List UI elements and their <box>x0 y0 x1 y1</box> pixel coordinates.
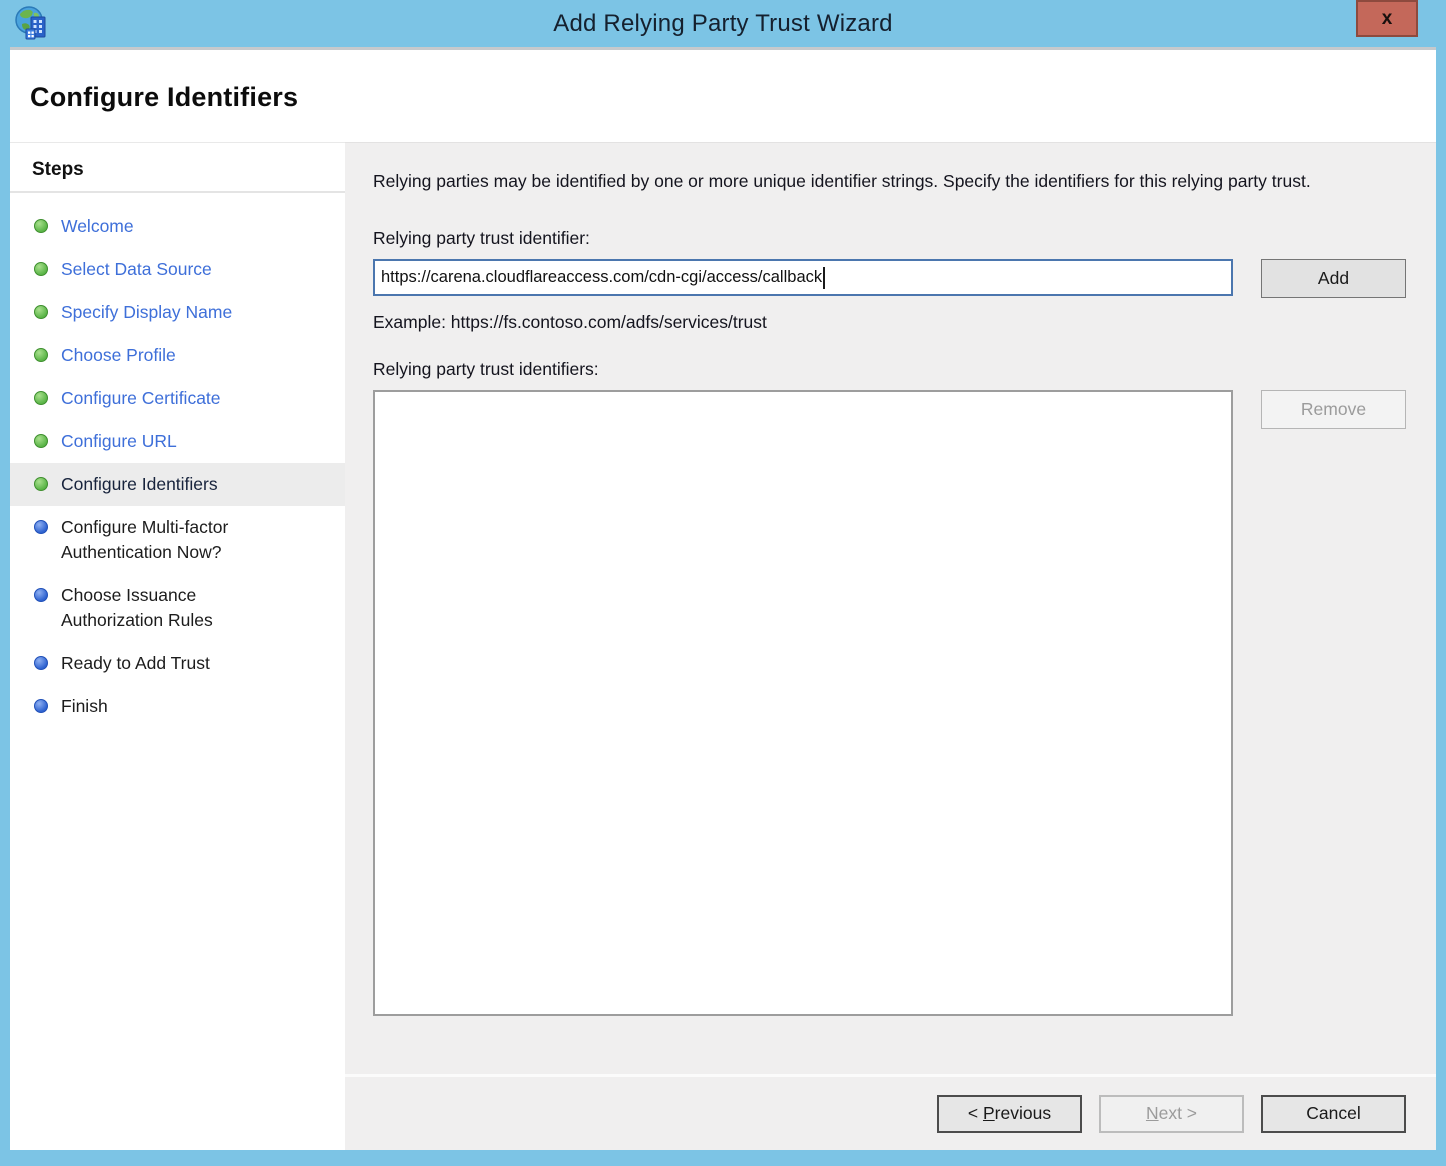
sidebar-item-specify-display-name[interactable]: Specify Display Name <box>10 291 345 334</box>
text-caret <box>823 267 825 289</box>
description-text: Relying parties may be identified by one… <box>373 168 1403 194</box>
next-button-accel: N <box>1146 1103 1159 1123</box>
page-title: Configure Identifiers <box>30 82 1436 113</box>
steps-sidebar: Steps Welcome Select Data Source Specify… <box>10 142 345 1150</box>
sidebar-item-configure-identifiers[interactable]: Configure Identifiers <box>10 463 345 506</box>
sidebar-item-configure-mfa[interactable]: Configure Multi-factor Authentication No… <box>10 506 345 574</box>
sidebar-item-label: Welcome <box>61 214 134 239</box>
step-pending-bullet-icon <box>34 588 48 602</box>
cancel-button[interactable]: Cancel <box>1261 1095 1406 1133</box>
sidebar-item-finish[interactable]: Finish <box>10 685 345 728</box>
identifier-input-value: https://carena.cloudflareaccess.com/cdn-… <box>381 268 822 287</box>
steps-header: Steps <box>10 149 345 193</box>
step-current-bullet-icon <box>34 477 48 491</box>
sidebar-item-label: Configure Certificate <box>61 386 221 411</box>
close-button[interactable]: x <box>1356 0 1418 37</box>
step-pending-bullet-icon <box>34 520 48 534</box>
step-done-bullet-icon <box>34 262 48 276</box>
step-pending-bullet-icon <box>34 699 48 713</box>
sidebar-item-welcome[interactable]: Welcome <box>10 205 345 248</box>
sidebar-item-configure-url[interactable]: Configure URL <box>10 420 345 463</box>
sidebar-item-choose-profile[interactable]: Choose Profile <box>10 334 345 377</box>
identifiers-listbox[interactable] <box>373 390 1233 1016</box>
sidebar-item-label: Configure URL <box>61 429 177 454</box>
content-panel: Relying parties may be identified by one… <box>345 143 1436 1074</box>
sidebar-item-label: Configure Identifiers <box>61 472 218 497</box>
sidebar-item-label: Finish <box>61 694 108 719</box>
sidebar-item-label: Choose Profile <box>61 343 176 368</box>
add-button[interactable]: Add <box>1261 259 1406 298</box>
window-title: Add Relying Party Trust Wizard <box>0 10 1446 38</box>
adfs-app-icon <box>14 5 52 43</box>
identifiers-list-label: Relying party trust identifiers: <box>373 359 1406 380</box>
previous-button-accel: P <box>983 1103 995 1123</box>
sidebar-item-ready-to-add-trust[interactable]: Ready to Add Trust <box>10 642 345 685</box>
wizard-window: Add Relying Party Trust Wizard x Configu… <box>0 0 1446 1166</box>
step-done-bullet-icon <box>34 219 48 233</box>
sidebar-item-choose-issuance-rules[interactable]: Choose Issuance Authorization Rules <box>10 574 345 642</box>
step-done-bullet-icon <box>34 305 48 319</box>
step-done-bullet-icon <box>34 348 48 362</box>
footer-bar: < Previous Next > Cancel <box>345 1074 1436 1150</box>
next-button-post: ext > <box>1159 1103 1197 1123</box>
sidebar-item-configure-certificate[interactable]: Configure Certificate <box>10 377 345 420</box>
wizard-frame: Configure Identifiers Steps Welcome Sele… <box>10 47 1436 1150</box>
titlebar: Add Relying Party Trust Wizard x <box>0 0 1446 47</box>
sidebar-item-label: Configure Multi-factor Authentication No… <box>61 515 273 565</box>
example-text: Example: https://fs.contoso.com/adfs/ser… <box>373 312 1406 333</box>
step-done-bullet-icon <box>34 434 48 448</box>
sidebar-item-label: Choose Issuance Authorization Rules <box>61 583 273 633</box>
remove-button[interactable]: Remove <box>1261 390 1406 429</box>
sidebar-item-label: Specify Display Name <box>61 300 232 325</box>
step-done-bullet-icon <box>34 391 48 405</box>
sidebar-item-select-data-source[interactable]: Select Data Source <box>10 248 345 291</box>
previous-button-post: revious <box>995 1103 1051 1123</box>
previous-button[interactable]: < Previous <box>937 1095 1082 1133</box>
previous-button-pre: < <box>968 1103 983 1123</box>
step-pending-bullet-icon <box>34 656 48 670</box>
identifier-input[interactable]: https://carena.cloudflareaccess.com/cdn-… <box>373 259 1233 296</box>
steps-list: Welcome Select Data Source Specify Displ… <box>10 193 345 728</box>
sidebar-item-label: Select Data Source <box>61 257 212 282</box>
sidebar-item-label: Ready to Add Trust <box>61 651 210 676</box>
identifier-label: Relying party trust identifier: <box>373 228 1406 249</box>
next-button[interactable]: Next > <box>1099 1095 1244 1133</box>
wizard-header: Configure Identifiers <box>10 47 1436 142</box>
